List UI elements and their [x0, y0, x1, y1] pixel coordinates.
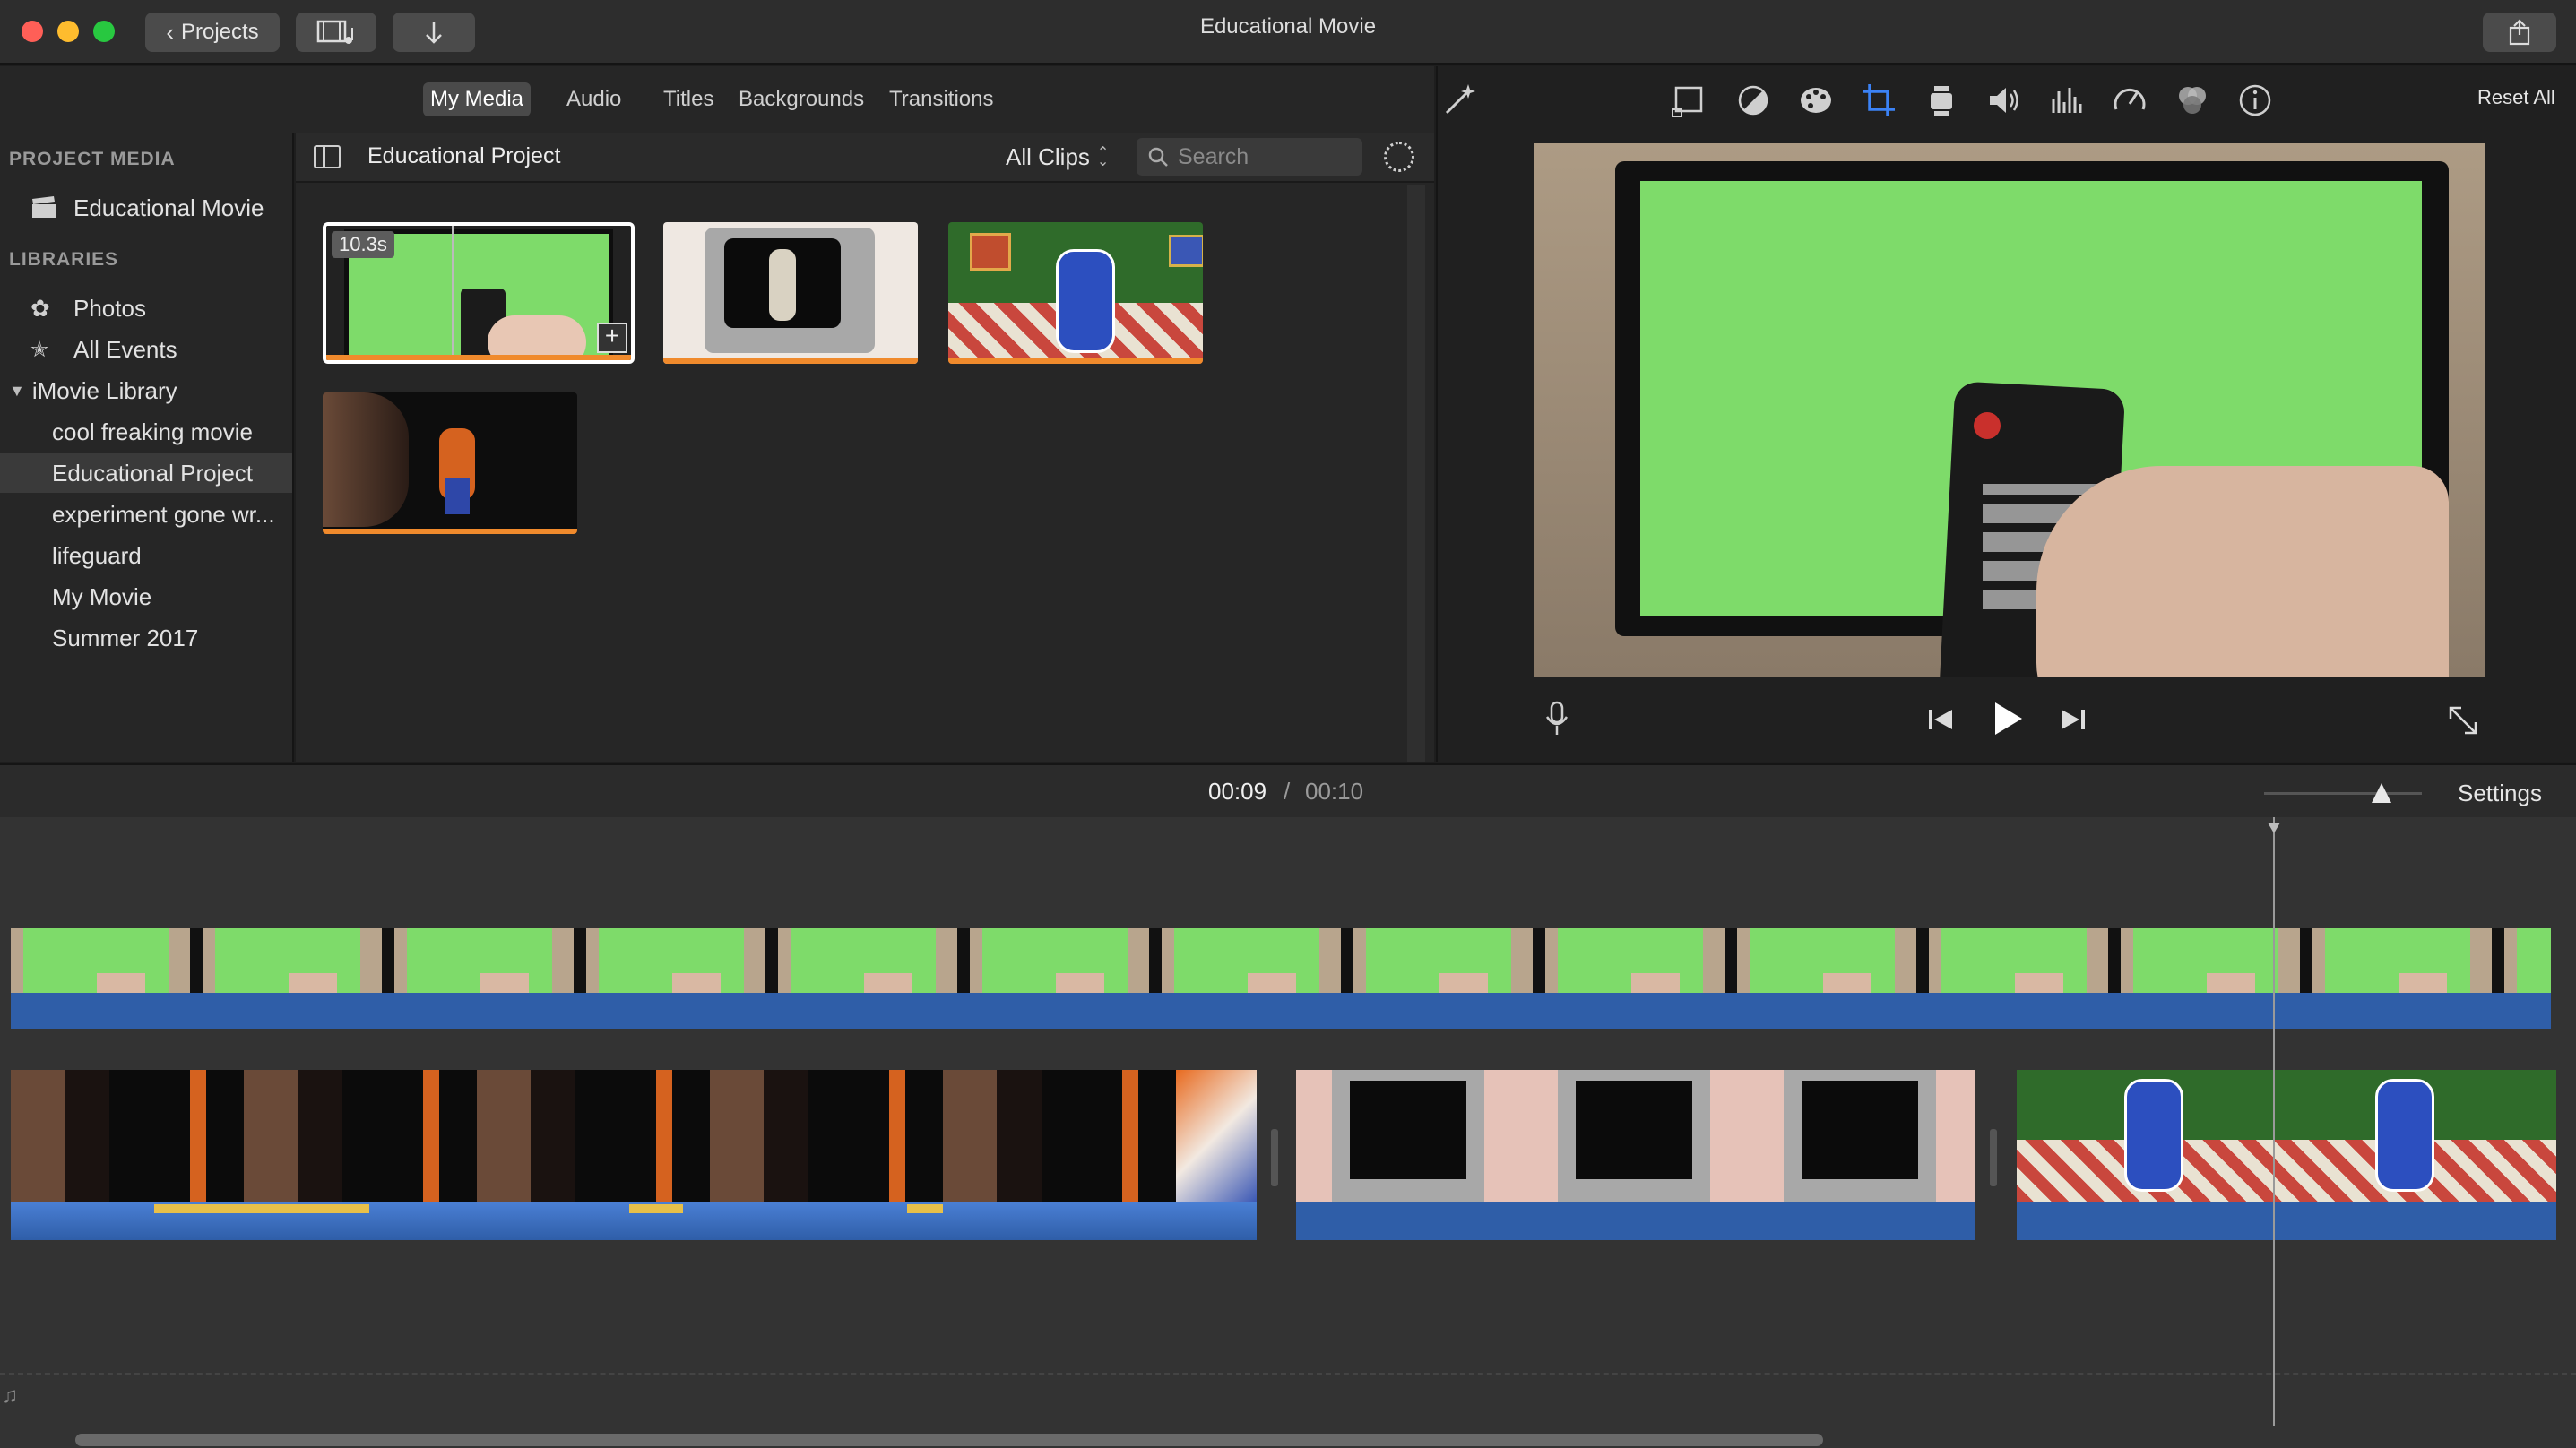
crop-frame-icon[interactable] [1671, 82, 1707, 118]
zoom-slider-thumb[interactable] [2372, 783, 2391, 803]
timeline-settings-button[interactable]: Settings [2458, 780, 2542, 807]
equalizer-icon[interactable] [2049, 82, 2085, 118]
play-icon[interactable] [1990, 699, 2026, 738]
tab-audio[interactable]: Audio [559, 82, 628, 116]
title-bar: ‹ Projects Educational Movie [0, 0, 2576, 65]
playhead[interactable] [2273, 817, 2275, 1426]
color-palette-icon[interactable] [1798, 82, 1834, 118]
clip-used-bar [663, 358, 918, 364]
clip-filter-select[interactable]: All Clips ⌃ ⌄ [1006, 143, 1109, 171]
clip-used-bar [323, 529, 577, 534]
timeline-clip-green-screen[interactable] [11, 928, 2551, 1029]
clip-used-bar [326, 355, 631, 360]
reset-all-button[interactable]: Reset All [2477, 86, 2555, 109]
music-track-divider [0, 1373, 2576, 1375]
fullscreen-icon[interactable] [2445, 702, 2481, 738]
sidebar-item-photos[interactable]: ✿ Photos [0, 289, 292, 328]
sidebar-event-item[interactable]: Summer 2017 [0, 618, 292, 658]
clip-thumbnail[interactable] [663, 222, 918, 364]
transition-marker[interactable] [1990, 1129, 1997, 1186]
magic-wand-icon[interactable] [1441, 81, 1482, 116]
microphone-icon[interactable] [1542, 699, 1572, 738]
timeline-clip-car-scene[interactable] [11, 1070, 1257, 1240]
add-clip-icon[interactable]: + [597, 323, 627, 353]
tab-transitions[interactable]: Transitions [882, 82, 1000, 116]
sidebar-event-item[interactable]: lifeguard [0, 536, 292, 575]
gear-icon[interactable] [1384, 142, 1414, 172]
timeline-clip-cartoon-scene[interactable] [2017, 1070, 2556, 1240]
clip-thumbnail-selected[interactable]: 10.3s + [323, 222, 635, 364]
timeline-header: 00:09 / 00:10 Settings [0, 763, 2576, 817]
playhead-handle[interactable] [2268, 823, 2280, 833]
total-time: 00:10 [1305, 778, 1364, 805]
sidebar-event-item[interactable]: My Movie [0, 577, 292, 616]
updown-chevron-icon: ⌃ ⌄ [1096, 144, 1110, 169]
info-icon[interactable] [2237, 82, 2273, 118]
sidebar-item-library[interactable]: ▼ iMovie Library [0, 371, 292, 410]
browser-header: Educational Project All Clips ⌃ ⌄ Search [296, 133, 1434, 183]
sidebar-event-item[interactable]: cool freaking movie [0, 412, 292, 452]
window-title: Educational Movie [1199, 14, 1377, 39]
time-separator: / [1284, 778, 1291, 805]
share-icon [2509, 19, 2530, 46]
clip-thumbnail[interactable] [323, 392, 577, 534]
crop-icon[interactable] [1861, 82, 1897, 118]
photos-icon: ✿ [30, 294, 50, 322]
stabilization-camera-icon[interactable] [1923, 82, 1959, 118]
search-icon [1148, 147, 1168, 167]
current-time: 00:09 [1208, 778, 1267, 805]
timeline[interactable]: ♫ [0, 817, 2576, 1448]
sidebar-toggle-icon[interactable] [314, 145, 341, 168]
color-balance-icon[interactable] [1735, 82, 1771, 118]
filter-circles-icon[interactable] [2174, 82, 2210, 118]
skip-forward-icon[interactable] [2058, 704, 2088, 735]
library-sidebar: PROJECT MEDIA Educational Movie LIBRARIE… [0, 133, 294, 762]
skip-back-icon[interactable] [1925, 704, 1956, 735]
tab-my-media[interactable]: My Media [423, 82, 532, 116]
star-icon: ✭ [30, 337, 49, 362]
tab-backgrounds[interactable]: Backgrounds [731, 82, 871, 116]
audio-waveform [2017, 1202, 2556, 1240]
libraries-heading: LIBRARIES [9, 249, 119, 270]
sidebar-event-item[interactable]: experiment gone wr... [0, 495, 292, 534]
browser-scrollbar[interactable] [1407, 185, 1425, 762]
zoom-slider[interactable] [2264, 792, 2422, 795]
share-button[interactable] [2483, 13, 2556, 52]
sidebar-item-project[interactable]: Educational Movie [0, 188, 292, 228]
video-preview [1534, 143, 2485, 677]
clip-thumbnail[interactable] [948, 222, 1203, 364]
music-note-icon: ♫ [2, 1383, 18, 1408]
disclosure-triangle-icon[interactable]: ▼ [9, 382, 25, 401]
media-tab-strip: My Media Audio Titles Backgrounds Transi… [0, 66, 1434, 133]
search-placeholder: Search [1178, 143, 1249, 169]
volume-icon[interactable] [1986, 82, 2022, 118]
timeline-clip-tv-scene[interactable] [1296, 1070, 1975, 1240]
transition-marker[interactable] [1271, 1129, 1278, 1186]
project-media-heading: PROJECT MEDIA [9, 149, 176, 169]
tab-titles[interactable]: Titles [656, 82, 721, 116]
sidebar-event-item-selected[interactable]: Educational Project [0, 453, 292, 493]
clip-used-bar [948, 358, 1203, 364]
timeline-scrollbar[interactable] [75, 1434, 1823, 1446]
audio-waveform [1296, 1202, 1975, 1240]
browser-title: Educational Project [367, 143, 561, 168]
clapperboard-icon [32, 196, 56, 218]
audio-waveform [11, 993, 2551, 1029]
speed-gauge-icon[interactable] [2112, 82, 2148, 118]
sidebar-item-all-events[interactable]: ✭ All Events [0, 330, 292, 369]
search-field[interactable]: Search [1137, 138, 1362, 176]
clip-duration-badge: 10.3s [332, 231, 394, 258]
